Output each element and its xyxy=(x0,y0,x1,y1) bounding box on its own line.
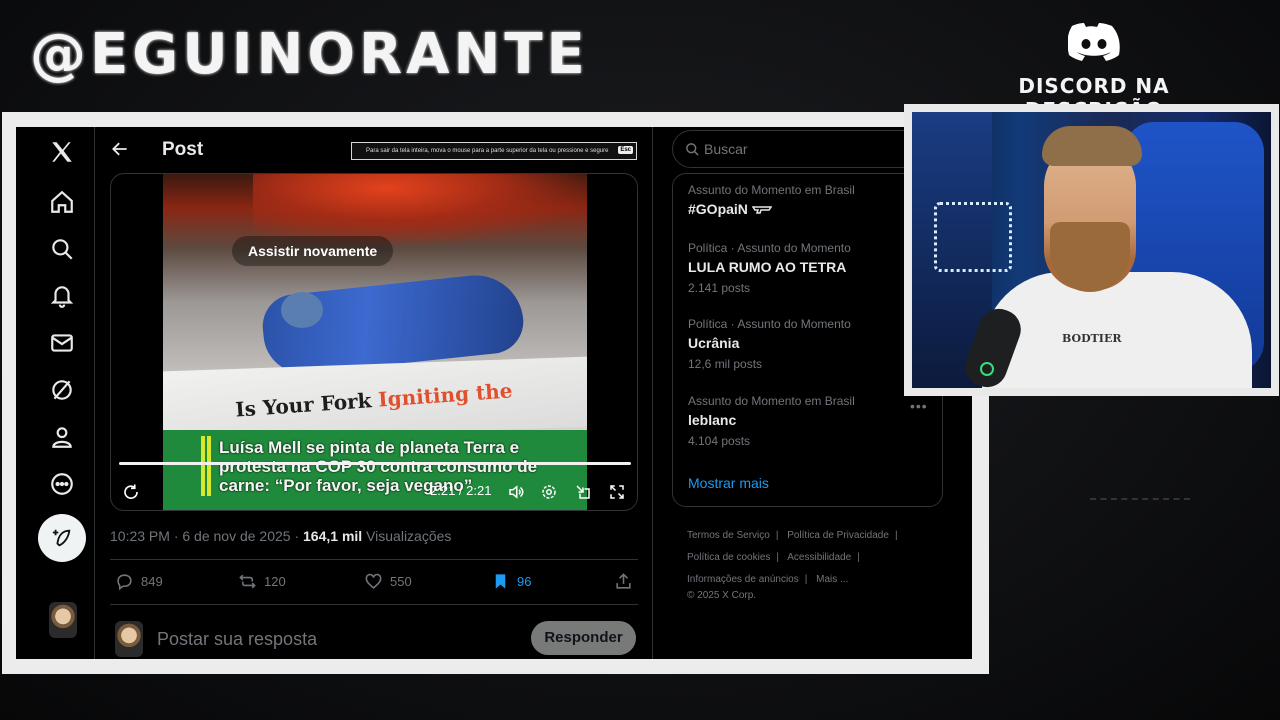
fullscreen-notice-text: Para sair da tela inteira, mova o mouse … xyxy=(366,148,609,154)
trend-context: Política · Assunto do Momento xyxy=(688,317,851,331)
volume-icon[interactable] xyxy=(506,482,526,502)
search-icon xyxy=(686,143,699,156)
trend-context: Assunto do Momento em Brasil xyxy=(688,183,855,197)
footer-link[interactable]: Acessibilidade xyxy=(787,552,851,563)
trend-more-icon[interactable]: ••• xyxy=(910,398,928,414)
streamer-shirt xyxy=(982,272,1252,388)
share-action[interactable] xyxy=(614,572,640,591)
trend-name-text: #GOpaiN xyxy=(688,201,748,217)
views-count: 164,1 mil xyxy=(303,528,363,544)
show-more-link[interactable]: Mostrar mais xyxy=(688,475,769,491)
compose-post-button[interactable] xyxy=(38,514,86,562)
mic-indicator xyxy=(980,362,994,376)
streamer-hair xyxy=(1042,126,1142,166)
fullscreen-icon[interactable] xyxy=(607,482,627,502)
divider xyxy=(110,559,638,560)
explore-icon[interactable] xyxy=(47,234,77,264)
post-timestamp[interactable]: 10:23 PM · 6 de nov de 2025 · xyxy=(110,528,299,544)
post-meta: 10:23 PM · 6 de nov de 2025 · 164,1 mil … xyxy=(110,528,451,544)
footer-link[interactable]: Termos de Serviço xyxy=(687,530,770,541)
repost-count: 120 xyxy=(264,574,286,589)
search-input[interactable]: Buscar xyxy=(672,130,942,168)
background-decoration xyxy=(1090,498,1190,508)
notifications-icon[interactable] xyxy=(47,281,77,311)
settings-icon[interactable] xyxy=(539,482,559,502)
webcam-feed: BODTIER xyxy=(912,112,1271,388)
video-background xyxy=(253,174,587,244)
hashflag-icon xyxy=(751,206,773,215)
more-icon[interactable] xyxy=(47,469,77,499)
bookmark-count: 96 xyxy=(517,574,532,589)
led-sign xyxy=(934,202,1012,272)
trend-item[interactable]: Política · Assunto do Momento Ucrânia 12… xyxy=(688,317,851,371)
copyright: © 2025 X Corp. xyxy=(687,590,757,601)
x-logo-icon[interactable] xyxy=(47,137,77,167)
trend-item[interactable]: Política · Assunto do Momento LULA RUMO … xyxy=(688,241,851,295)
reply-input[interactable]: Postar sua resposta xyxy=(157,629,317,650)
picture-in-picture-icon[interactable] xyxy=(573,482,593,502)
post-header: Post Para sair da tela inteira, mova o m… xyxy=(95,127,653,173)
trends-panel: Assunto do Momento em Brasil #GOpaiN Pol… xyxy=(672,173,943,507)
video-subject-head xyxy=(281,292,323,328)
home-icon[interactable] xyxy=(47,187,77,217)
left-nav xyxy=(16,127,95,659)
video-frame: Is Your Fork Igniting the Luísa Mell se … xyxy=(163,174,587,510)
x-app: Post Para sair da tela inteira, mova o m… xyxy=(16,127,972,659)
fullscreen-notice: Para sair da tela inteira, mova o mouse … xyxy=(351,142,637,160)
trend-item[interactable]: Assunto do Momento em Brasil #GOpaiN xyxy=(688,183,855,217)
trend-name: Ucrânia xyxy=(688,335,740,351)
account-avatar[interactable] xyxy=(49,602,77,638)
replay-button[interactable]: Assistir novamente xyxy=(232,236,394,266)
divider xyxy=(110,604,638,605)
reply-icon xyxy=(117,574,132,591)
footer-link[interactable]: Informações de anúncios xyxy=(687,574,799,585)
esc-key: Esc xyxy=(618,146,633,154)
replay-icon[interactable] xyxy=(121,482,141,502)
footer-links: Termos de Serviço | Política de Privacida… xyxy=(687,530,898,585)
search-placeholder: Buscar xyxy=(704,141,748,157)
reply-button[interactable]: Responder xyxy=(531,621,636,655)
heart-icon xyxy=(365,573,382,589)
back-arrow-icon[interactable] xyxy=(110,139,130,159)
trend-item[interactable]: Assunto do Momento em Brasil leblanc 4.1… xyxy=(688,394,855,448)
screen: @EGUINORANTE DISCORD NA DESCRIÇÃO xyxy=(0,0,1280,720)
shirt-print: BODTIER xyxy=(1062,332,1122,345)
trend-count: 12,6 mil posts xyxy=(688,357,763,371)
share-icon xyxy=(616,573,631,589)
trend-count: 2.141 posts xyxy=(688,281,751,295)
bookmark-icon xyxy=(495,574,506,589)
repost-icon xyxy=(239,574,256,589)
trend-count: 4.104 posts xyxy=(688,434,751,448)
trend-context: Política · Assunto do Momento xyxy=(688,241,851,255)
reply-count: 849 xyxy=(141,574,163,589)
video-time: 2:21 / 2:21 xyxy=(430,483,492,498)
video-progress-bar[interactable] xyxy=(119,462,631,465)
footer-more-link[interactable]: Mais ... xyxy=(816,574,848,585)
like-count: 550 xyxy=(390,574,412,589)
grok-icon[interactable] xyxy=(47,375,77,405)
profile-icon[interactable] xyxy=(47,422,77,452)
feather-plus-icon xyxy=(52,529,71,547)
post-column: Post Para sair da tela inteira, mova o m… xyxy=(95,127,653,659)
messages-icon[interactable] xyxy=(47,328,77,358)
discord-icon xyxy=(1068,23,1120,61)
trend-name: #GOpaiN xyxy=(688,201,855,217)
footer-link[interactable]: Política de Privacidade xyxy=(787,530,889,541)
trend-context: Assunto do Momento em Brasil xyxy=(688,394,855,408)
reply-avatar xyxy=(115,621,143,657)
repost-action[interactable]: 120 xyxy=(238,572,286,591)
like-action[interactable]: 550 xyxy=(364,572,412,591)
page-title: Post xyxy=(162,139,204,160)
channel-handle: @EGUINORANTE xyxy=(30,22,589,87)
reply-action[interactable]: 849 xyxy=(115,572,163,591)
trend-name: LULA RUMO AO TETRA xyxy=(688,259,847,275)
bookmark-action[interactable]: 96 xyxy=(491,572,531,591)
video-player[interactable]: Is Your Fork Igniting the Luísa Mell se … xyxy=(110,173,638,511)
caption-accent xyxy=(201,436,205,496)
trend-name: leblanc xyxy=(688,412,737,428)
footer-link[interactable]: Política de cookies xyxy=(687,552,770,563)
views-label: Visualizações xyxy=(366,528,452,544)
